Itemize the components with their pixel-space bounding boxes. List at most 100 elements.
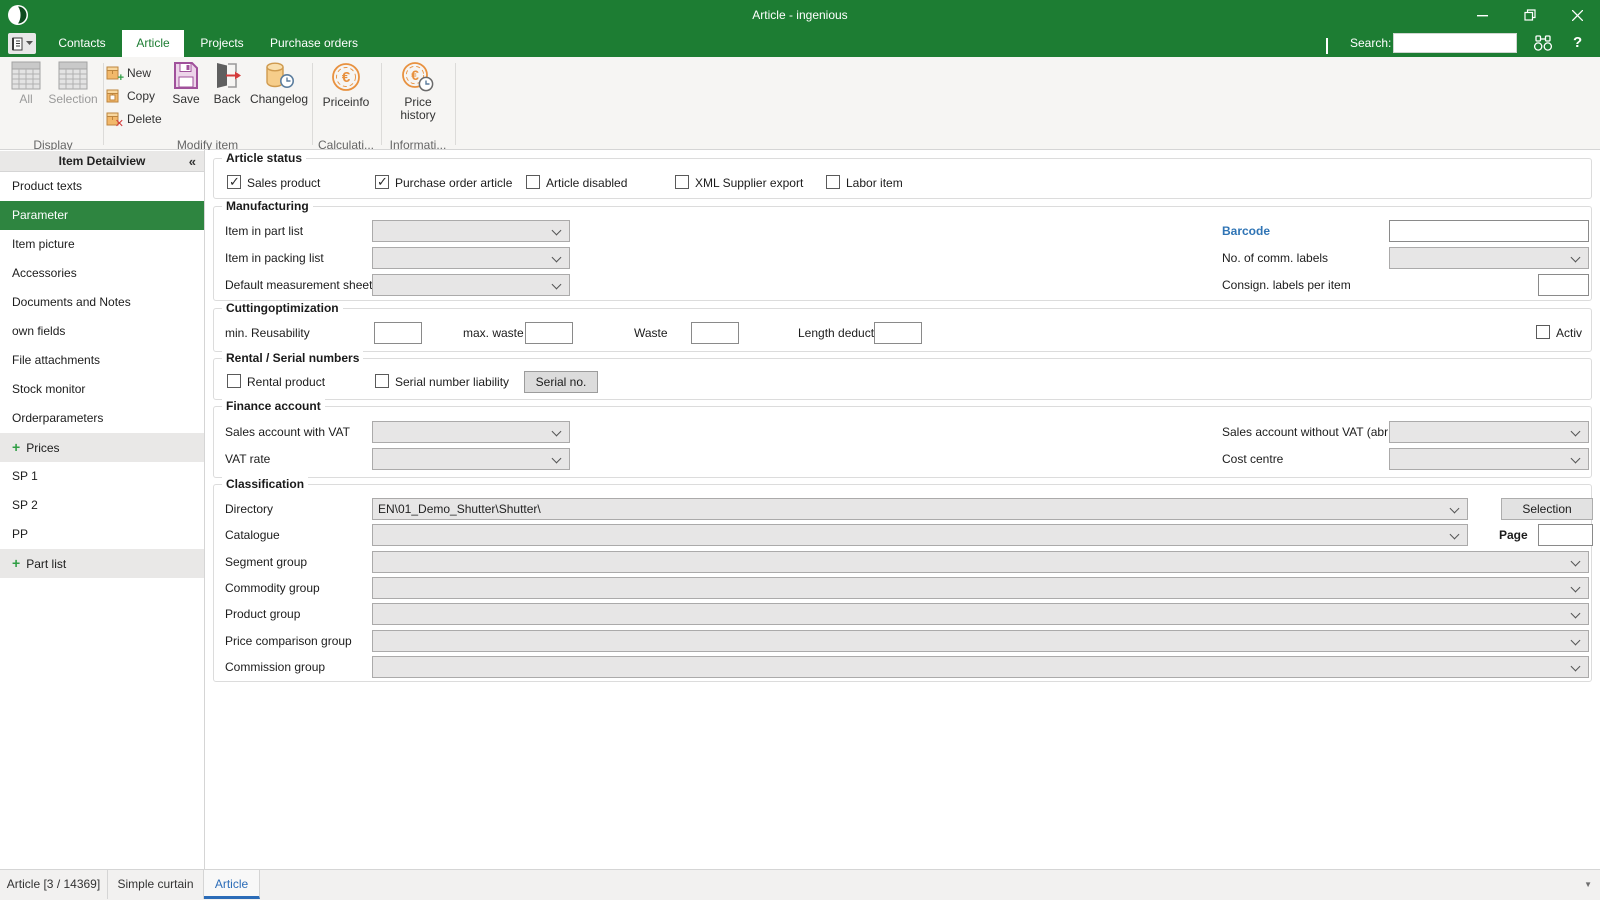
sidebar-collapse-icon[interactable]: «: [189, 151, 196, 172]
item-in-packing-list-select[interactable]: [372, 247, 570, 269]
search-binoculars-icon[interactable]: [1533, 35, 1553, 55]
cuttingoptimization-title: Cuttingoptimization: [222, 301, 343, 315]
bottom-tab-article-list[interactable]: Article [3 / 14369]: [0, 870, 108, 899]
catalogue-label: Catalogue: [225, 528, 280, 542]
priceinfo-button-label: Priceinfo: [323, 96, 370, 109]
serial-number-liability-checkbox[interactable]: [375, 374, 389, 388]
delete-button[interactable]: ✕ Delete: [106, 109, 162, 129]
purchase-order-article-checkbox[interactable]: [375, 175, 389, 189]
vat-rate-label: VAT rate: [225, 452, 270, 466]
help-icon[interactable]: ?: [1573, 34, 1582, 51]
new-button[interactable]: + New: [106, 63, 151, 83]
collapse-ribbon-icon[interactable]: [1326, 40, 1328, 54]
no-of-comm-labels-select[interactable]: [1389, 247, 1589, 269]
consign-labels-per-item-input[interactable]: [1538, 274, 1589, 296]
cuttingoptimization-groupbox: Cuttingoptimization min. Reusability max…: [213, 308, 1592, 352]
table-all-icon: [11, 61, 41, 90]
copy-button[interactable]: Copy: [106, 86, 155, 106]
back-button[interactable]: Back: [203, 61, 251, 106]
sidebar-item-stock-monitor[interactable]: Stock monitor: [0, 375, 204, 404]
max-waste-input[interactable]: [525, 322, 573, 344]
tab-purchase-orders[interactable]: Purchase orders: [262, 30, 366, 57]
activ-checkbox[interactable]: [1536, 325, 1550, 339]
application-menu-button[interactable]: [8, 33, 36, 54]
changelog-button[interactable]: Changelog: [247, 61, 311, 106]
xml-supplier-export-checkbox[interactable]: [675, 175, 689, 189]
segment-group-select[interactable]: [372, 551, 1589, 573]
serial-no-button[interactable]: Serial no.: [524, 371, 598, 393]
sidebar-item-prices[interactable]: +Prices: [0, 433, 204, 462]
activ-label: Activ: [1556, 326, 1582, 340]
waste-input[interactable]: [691, 322, 739, 344]
sidebar-item-part-list[interactable]: +Part list: [0, 549, 204, 578]
cost-centre-select[interactable]: [1389, 448, 1589, 470]
directory-label: Directory: [225, 502, 273, 516]
bottom-tab-simple-curtain[interactable]: Simple curtain: [108, 870, 204, 899]
item-in-part-list-select[interactable]: [372, 220, 570, 242]
ribbon-group-information: Informati...: [384, 138, 452, 150]
vat-rate-select[interactable]: [372, 448, 570, 470]
search-input[interactable]: [1393, 33, 1517, 53]
sidebar-item-file-attachments[interactable]: File attachments: [0, 346, 204, 375]
waste-label: Waste: [634, 326, 668, 340]
article-disabled-label: Article disabled: [546, 176, 627, 190]
sidebar-item-sp2[interactable]: SP 2: [0, 491, 204, 520]
changelog-button-label: Changelog: [250, 93, 308, 106]
sidebar-item-sp1[interactable]: SP 1: [0, 462, 204, 491]
back-door-icon: [213, 61, 241, 90]
ribbon: All Selection Display + New Copy ✕ Delet…: [0, 57, 1600, 150]
default-measurement-sheet-select[interactable]: [372, 274, 570, 296]
commission-group-label: Commission group: [225, 660, 325, 674]
price-comparison-group-select[interactable]: [372, 630, 1589, 652]
consign-labels-per-item-label: Consign. labels per item: [1222, 278, 1351, 292]
rental-product-checkbox[interactable]: [227, 374, 241, 388]
sidebar-item-pp[interactable]: PP: [0, 520, 204, 549]
length-deduction-input[interactable]: [874, 322, 922, 344]
priceinfo-button[interactable]: € Priceinfo: [316, 61, 376, 109]
selection-button[interactable]: Selection: [47, 61, 99, 106]
sidebar-item-item-picture[interactable]: Item picture: [0, 230, 204, 259]
cost-centre-label: Cost centre: [1222, 452, 1283, 466]
commission-group-select[interactable]: [372, 656, 1589, 678]
classification-groupbox: Classification Directory EN\01_Demo_Shut…: [213, 484, 1592, 682]
product-group-select[interactable]: [372, 603, 1589, 625]
sales-account-without-vat-label: Sales account without VAT (abroad: [1222, 425, 1388, 439]
sales-product-checkbox[interactable]: [227, 175, 241, 189]
selection-button-classification[interactable]: Selection: [1501, 498, 1593, 520]
caret-down-icon: [26, 41, 33, 46]
sidebar-item-accessories[interactable]: Accessories: [0, 259, 204, 288]
rental-product-label: Rental product: [247, 375, 325, 389]
manufacturing-title: Manufacturing: [222, 199, 313, 213]
tab-contacts[interactable]: Contacts: [47, 30, 117, 57]
sidebar-item-product-texts[interactable]: Product texts: [0, 172, 204, 201]
all-button[interactable]: All: [8, 61, 44, 106]
sales-account-with-vat-select[interactable]: [372, 421, 570, 443]
close-button[interactable]: [1555, 0, 1599, 30]
article-disabled-checkbox[interactable]: [526, 175, 540, 189]
restore-button[interactable]: [1508, 0, 1552, 30]
sidebar-item-orderparameters[interactable]: Orderparameters: [0, 404, 204, 433]
min-reusability-input[interactable]: [374, 322, 422, 344]
directory-select[interactable]: EN\01_Demo_Shutter\Shutter\: [372, 498, 1468, 520]
max-waste-label: max. waste: [463, 326, 524, 340]
price-comparison-group-label: Price comparison group: [225, 634, 352, 648]
bottom-tab-article[interactable]: Article: [204, 870, 260, 899]
catalogue-select[interactable]: [372, 524, 1468, 546]
barcode-link[interactable]: Barcode: [1222, 224, 1270, 238]
sidebar-item-documents-and-notes[interactable]: Documents and Notes: [0, 288, 204, 317]
tab-article[interactable]: Article: [122, 30, 184, 57]
labor-item-checkbox[interactable]: [826, 175, 840, 189]
sidebar-item-parameter[interactable]: Parameter: [0, 201, 204, 230]
barcode-input[interactable]: [1389, 220, 1589, 242]
tab-scroll-icon[interactable]: ▼: [1584, 880, 1592, 889]
commodity-group-select[interactable]: [372, 577, 1589, 599]
price-history-button[interactable]: € Price history: [386, 61, 450, 122]
page-input[interactable]: [1538, 524, 1593, 546]
sales-account-without-vat-select[interactable]: [1389, 421, 1589, 443]
delete-button-label: Delete: [127, 112, 162, 126]
expand-plus-icon: +: [12, 555, 20, 571]
sidebar-item-own-fields[interactable]: own fields: [0, 317, 204, 346]
length-deduction-label: Length deductio: [798, 326, 874, 340]
tab-projects[interactable]: Projects: [191, 30, 253, 57]
minimize-button[interactable]: [1460, 0, 1504, 30]
